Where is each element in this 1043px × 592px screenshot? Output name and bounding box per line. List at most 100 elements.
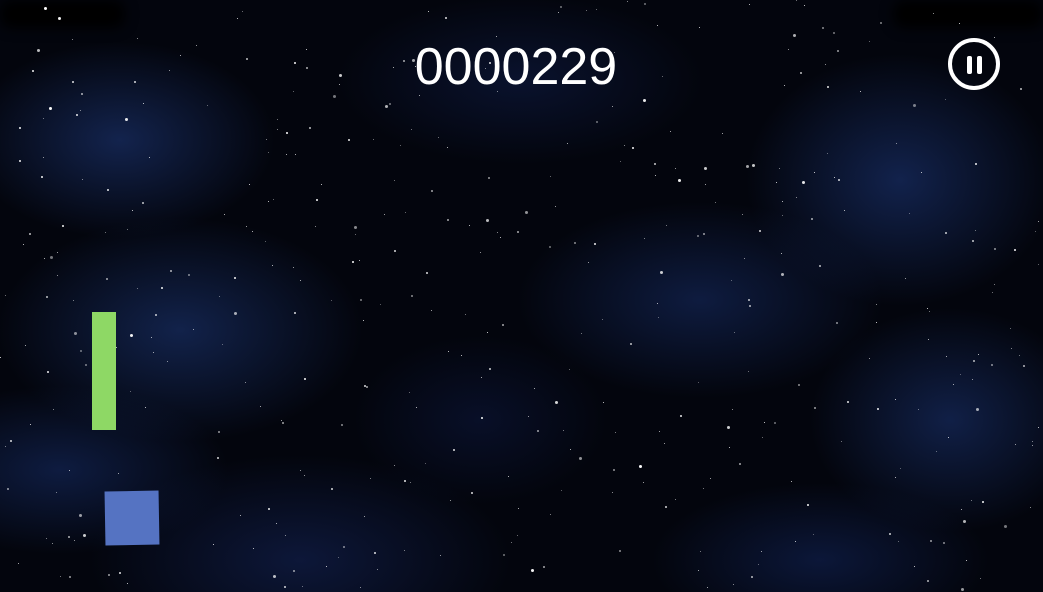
star	[69, 470, 70, 471]
star	[698, 382, 699, 383]
star	[659, 431, 660, 432]
star	[779, 168, 780, 169]
star	[596, 9, 597, 10]
star	[936, 451, 937, 452]
star	[782, 201, 783, 202]
star	[268, 201, 269, 202]
star	[142, 202, 144, 204]
star	[151, 337, 152, 338]
star	[804, 5, 805, 6]
star	[994, 284, 995, 285]
star	[644, 238, 645, 239]
star	[802, 181, 805, 184]
star	[43, 118, 44, 119]
star	[976, 408, 979, 411]
star	[732, 409, 733, 410]
star	[405, 212, 406, 213]
star	[796, 0, 797, 1]
star	[234, 277, 236, 279]
star	[132, 210, 133, 211]
star	[59, 18, 60, 19]
star	[1038, 427, 1039, 428]
star	[762, 437, 763, 438]
star	[742, 214, 743, 215]
star	[304, 378, 306, 380]
pause-button[interactable]	[948, 38, 1000, 90]
star	[658, 317, 659, 318]
star	[814, 172, 815, 173]
star	[30, 424, 31, 425]
star	[670, 131, 671, 132]
star	[811, 218, 813, 220]
star	[355, 234, 356, 235]
star	[896, 143, 897, 144]
star	[276, 523, 277, 524]
star	[19, 127, 21, 129]
star	[80, 110, 81, 111]
star	[302, 586, 303, 587]
star	[657, 25, 658, 26]
star	[844, 210, 845, 211]
star	[373, 139, 374, 140]
star	[643, 99, 646, 102]
star	[707, 587, 708, 588]
star	[23, 244, 24, 245]
star	[461, 355, 462, 356]
star	[404, 550, 405, 551]
star	[400, 145, 401, 146]
star	[354, 226, 357, 229]
star	[734, 332, 735, 333]
star	[748, 299, 750, 301]
star	[814, 407, 816, 409]
star	[265, 241, 266, 242]
star	[500, 237, 501, 238]
star	[620, 161, 621, 162]
star	[428, 11, 429, 12]
star	[992, 292, 993, 293]
star	[480, 252, 481, 253]
star	[781, 273, 784, 276]
star	[348, 139, 350, 141]
star	[570, 449, 571, 450]
star	[698, 570, 699, 571]
star	[360, 587, 361, 588]
star	[207, 105, 208, 106]
green-paddle	[92, 312, 116, 430]
star	[363, 320, 364, 321]
star	[508, 476, 509, 477]
star	[612, 106, 613, 107]
star	[945, 232, 947, 234]
star	[300, 280, 301, 281]
star	[249, 184, 250, 185]
star	[739, 463, 741, 465]
star	[991, 364, 993, 366]
star	[930, 540, 932, 542]
star	[579, 457, 582, 460]
star	[528, 416, 529, 417]
star	[531, 569, 534, 572]
star	[664, 443, 665, 444]
star	[85, 364, 87, 366]
star	[525, 211, 528, 214]
star	[130, 391, 131, 392]
star	[43, 157, 44, 158]
star	[125, 118, 128, 121]
player-block[interactable]	[104, 490, 160, 546]
game-canvas[interactable]: 0000229	[0, 0, 1043, 592]
star	[1015, 444, 1016, 445]
star	[838, 179, 840, 181]
star	[52, 543, 53, 544]
star	[29, 233, 31, 235]
star	[465, 314, 466, 315]
star	[272, 265, 273, 266]
star	[975, 230, 976, 231]
star	[0, 357, 1, 358]
star	[82, 179, 83, 180]
star	[352, 261, 354, 263]
star	[948, 437, 949, 438]
star	[759, 230, 761, 232]
star	[53, 409, 54, 410]
star	[60, 576, 61, 577]
star	[431, 310, 432, 311]
star	[704, 167, 707, 170]
